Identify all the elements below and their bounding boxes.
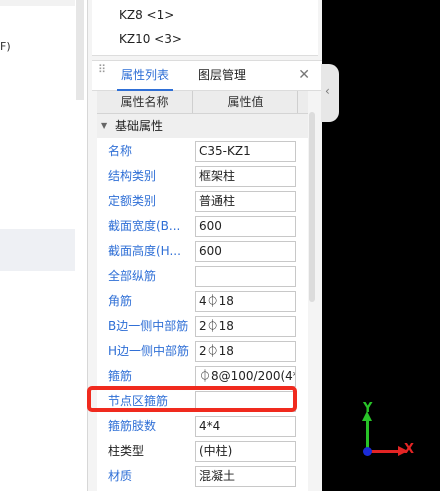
tree-item-kz10[interactable]: KZ10 <3> (119, 28, 182, 50)
property-name[interactable]: 结构类别 (108, 164, 194, 189)
property-name[interactable]: 截面高度(H... (108, 239, 194, 264)
property-name[interactable]: H边一侧中部筋 (108, 339, 194, 364)
property-value-field[interactable]: 2⏀18 (195, 341, 296, 362)
property-value-field[interactable]: (中柱) (195, 441, 296, 462)
x-axis-line (370, 450, 400, 453)
property-row[interactable]: 全部纵筋 (97, 264, 308, 289)
property-value-field[interactable] (195, 266, 296, 287)
y-axis-label: Y (363, 401, 373, 416)
property-value-field[interactable]: 600 (195, 216, 296, 237)
property-value-field[interactable]: 普通柱 (195, 191, 296, 212)
property-name[interactable]: 箍筋肢数 (108, 414, 194, 439)
property-name[interactable]: 角筋 (108, 289, 194, 314)
property-name[interactable]: 截面宽度(B... (108, 214, 194, 239)
group-label: 基础属性 (115, 119, 164, 133)
chevron-left-icon: ‹ (325, 84, 330, 98)
property-name[interactable]: 材质 (108, 464, 194, 489)
property-row[interactable]: 名称 C35-KZ1 (97, 139, 308, 164)
property-row[interactable]: 结构类别 框架柱 (97, 164, 308, 189)
property-value-field[interactable]: C35-KZ1 (195, 141, 296, 162)
highlight-box (87, 386, 297, 412)
property-value-field[interactable]: 混凝土 (195, 466, 296, 487)
property-grid: 属性名称 属性值 ▼ 基础属性 名称 C35-KZ1 结构类别 框架柱 定额类别 普通柱截… (97, 91, 308, 491)
left-panel-scrollbar[interactable] (76, 0, 84, 100)
property-name[interactable]: 定额类别 (108, 189, 194, 214)
properties-panel: KZ8 <1> KZ10 <3> ⠿ 属性列表 图层管理 ✕ 属性名称 属性值 … (87, 0, 322, 491)
property-grid-scrollbar[interactable] (309, 112, 315, 302)
axis-origin-icon (363, 447, 372, 456)
property-name: 柱类型 (108, 444, 145, 458)
property-row[interactable]: 角筋 4⏀18 (97, 289, 308, 314)
panel-collapse-handle[interactable]: ‹ (321, 64, 339, 122)
column-header-value[interactable]: 属性值 (194, 91, 298, 113)
close-icon[interactable]: ✕ (298, 61, 310, 90)
property-grid-header: 属性名称 属性值 (97, 91, 308, 114)
property-row[interactable]: 截面宽度(B... 600 (97, 214, 308, 239)
collapse-triangle-icon[interactable]: ▼ (101, 114, 107, 138)
drag-grip-icon[interactable]: ⠿ (98, 64, 107, 75)
property-row[interactable]: 柱类型 (中柱) (97, 439, 308, 464)
property-value-field[interactable]: 框架柱 (195, 166, 296, 187)
axis-gizmo: Y X (358, 401, 428, 465)
group-basic-properties[interactable]: ▼ 基础属性 (97, 114, 308, 138)
property-row[interactable]: H边一侧中部筋 2⏀18 (97, 339, 308, 364)
left-panel-selected-row[interactable] (0, 229, 75, 271)
property-value-field[interactable]: 2⏀18 (195, 316, 296, 337)
property-name[interactable]: 全部纵筋 (108, 264, 194, 289)
property-name[interactable]: 名称 (108, 139, 194, 164)
left-panel-text-fragment: F) (0, 40, 11, 53)
property-row[interactable]: 材质 混凝土 (97, 464, 308, 489)
tab-layer-management[interactable]: 图层管理 (198, 61, 246, 90)
property-name[interactable]: B边一侧中部筋 (108, 314, 194, 339)
tree-item-kz8[interactable]: KZ8 <1> (119, 4, 174, 26)
panel-tab-bar: ⠿ 属性列表 图层管理 ✕ (92, 60, 322, 91)
property-row[interactable]: 定额类别 普通柱 (97, 189, 308, 214)
property-value-field[interactable]: 600 (195, 241, 296, 262)
component-tree: KZ8 <1> KZ10 <3> (92, 0, 318, 56)
left-panel: F) (0, 0, 87, 491)
property-value-field[interactable]: 4⏀18 (195, 291, 296, 312)
property-value-field[interactable]: 4*4 (195, 416, 296, 437)
property-value-field[interactable]: ⏀8@100/200(4*4 (195, 366, 296, 387)
x-axis-label: X (404, 442, 415, 457)
column-header-name[interactable]: 属性名称 (97, 91, 193, 113)
property-row[interactable]: 箍筋肢数 4*4 (97, 414, 308, 439)
left-panel-header (0, 0, 75, 6)
property-row[interactable]: B边一侧中部筋 2⏀18 (97, 314, 308, 339)
tab-property-list[interactable]: 属性列表 (116, 61, 174, 91)
property-row[interactable]: 截面高度(H... 600 (97, 239, 308, 264)
